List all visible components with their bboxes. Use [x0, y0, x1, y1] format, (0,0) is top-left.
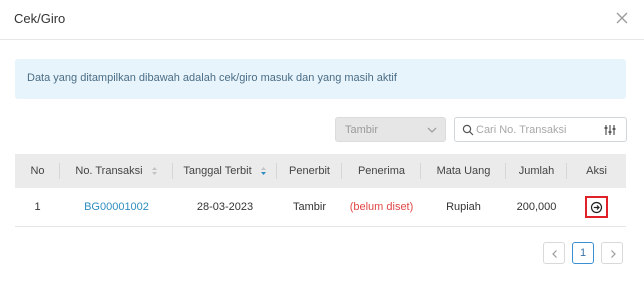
cell-action — [567, 188, 626, 227]
cell-issuer: Tambir — [277, 188, 342, 227]
col-header-currency: Mata Uang — [421, 154, 506, 188]
dialog-title: Cek/Giro — [14, 11, 66, 26]
chevron-left-icon — [552, 250, 557, 258]
cell-date: 28-03-2023 — [173, 188, 277, 227]
info-message: Data yang ditampilkan dibawah adalah cek… — [27, 72, 397, 84]
col-header-amount: Jumlah — [506, 154, 567, 188]
table-header-row: No No. Transaksi Tanggal Terbit Penerbit… — [15, 154, 626, 188]
cell-recipient: (belum diset) — [342, 188, 421, 227]
sort-desc-icon[interactable] — [260, 166, 267, 176]
info-alert: Data yang ditampilkan dibawah adalah cek… — [15, 59, 626, 99]
pagination-page-label: 1 — [579, 247, 587, 259]
col-header-label: No — [30, 165, 45, 177]
col-header-label: Penerbit — [289, 165, 330, 177]
arrow-right-circle-icon — [590, 201, 603, 214]
sort-icon[interactable] — [151, 166, 158, 176]
issuer-select-value: Tambir — [345, 124, 379, 136]
transactions-table: No No. Transaksi Tanggal Terbit Penerbit… — [15, 154, 626, 227]
col-header-action: Aksi — [567, 154, 626, 188]
col-header-transaction[interactable]: No. Transaksi — [60, 154, 173, 188]
chevron-down-icon — [427, 127, 437, 133]
col-header-label: Jumlah — [518, 165, 555, 177]
search-box — [454, 117, 627, 142]
col-header-label: Aksi — [586, 165, 607, 177]
pagination-next-button[interactable] — [601, 242, 623, 264]
recipient-unset: (belum diset) — [349, 201, 414, 213]
cell-no: 1 — [15, 188, 60, 227]
col-header-label: Tanggal Terbit — [183, 165, 252, 177]
pagination-prev-button[interactable] — [543, 242, 565, 264]
col-header-issuer: Penerbit — [277, 154, 342, 188]
cell-amount: 200,000 — [506, 188, 567, 227]
dialog-header: Cek/Giro — [0, 0, 644, 40]
col-header-label: Penerima — [357, 165, 406, 177]
col-header-no: No — [15, 154, 60, 188]
transaction-link[interactable]: BG00001002 — [84, 201, 149, 213]
filter-icon[interactable] — [604, 124, 616, 136]
col-header-date[interactable]: Tanggal Terbit — [173, 154, 277, 188]
chevron-right-icon — [611, 250, 616, 258]
select-action-button[interactable] — [585, 196, 608, 218]
col-header-label: Mata Uang — [436, 165, 491, 177]
col-header-label: No. Transaksi — [75, 165, 143, 177]
search-input[interactable] — [476, 122, 596, 137]
issuer-select[interactable]: Tambir — [335, 117, 446, 142]
cell-transaction: BG00001002 — [60, 188, 173, 227]
table-row: 1 BG00001002 28-03-2023 Tambir (belum di… — [15, 188, 626, 227]
cell-currency: Rupiah — [421, 188, 506, 227]
col-header-recipient: Penerima — [342, 154, 421, 188]
search-icon — [462, 124, 474, 136]
pagination-page-button[interactable]: 1 — [572, 242, 594, 264]
close-icon[interactable] — [613, 9, 631, 27]
